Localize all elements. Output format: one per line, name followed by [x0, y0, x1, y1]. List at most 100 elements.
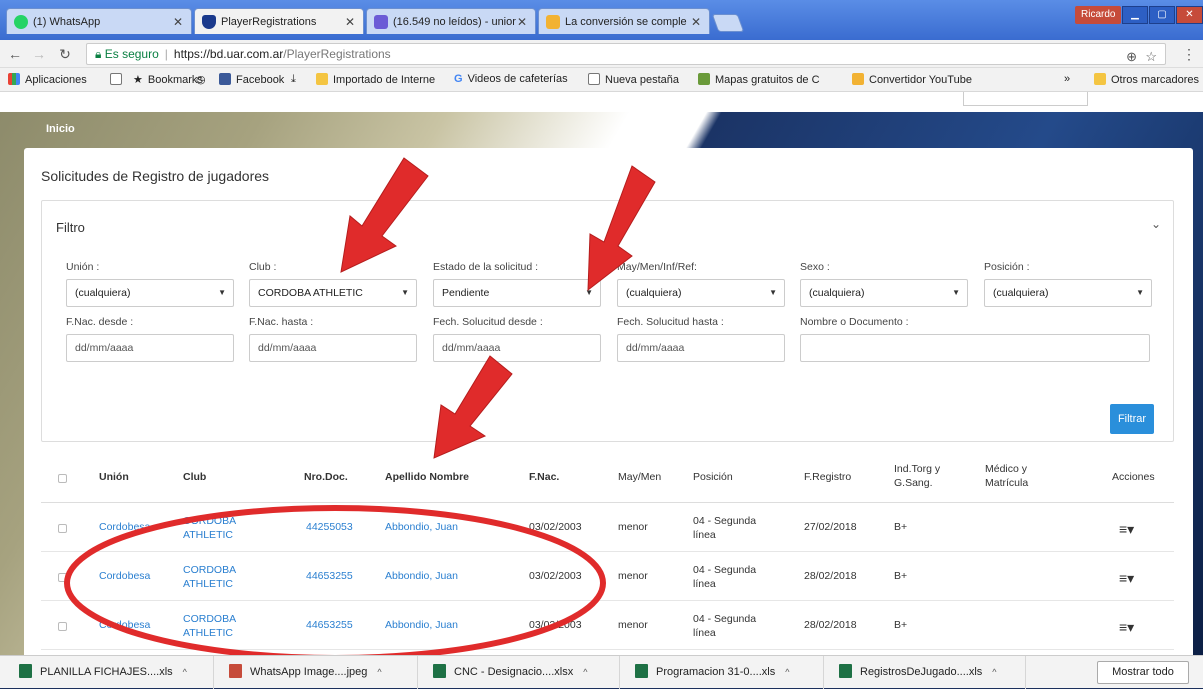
- row-union-link[interactable]: Cordobesa: [99, 570, 150, 582]
- row-club-link[interactable]: CORDOBA ATHLETIC: [183, 563, 253, 591]
- col-name[interactable]: Apellido Nombre: [385, 471, 469, 483]
- row-checkbox[interactable]: [58, 573, 67, 582]
- request-from-input[interactable]: dd/mm/aaaa: [433, 334, 601, 362]
- bookmark-maps[interactable]: Mapas gratuitos de C: [698, 73, 820, 86]
- position-label: Posición :: [984, 261, 1030, 273]
- row-doc-link[interactable]: 44653255: [306, 570, 353, 582]
- menu-dots-icon[interactable]: ⋮: [1180, 45, 1198, 63]
- col-union[interactable]: Unión: [99, 471, 129, 483]
- col-category[interactable]: May/Men: [618, 471, 661, 483]
- sex-select[interactable]: (cualquiera) ▼: [800, 279, 968, 307]
- bookmark-apps[interactable]: Aplicaciones: [8, 73, 87, 86]
- bookmark-imported[interactable]: Importado de Interne: [316, 73, 435, 86]
- url-path: /PlayerRegistrations: [283, 47, 391, 61]
- profile-button[interactable]: Ricardo: [1075, 6, 1122, 24]
- row-checkbox[interactable]: [58, 524, 67, 533]
- col-club[interactable]: Club: [183, 471, 206, 483]
- category-select[interactable]: (cualquiera) ▼: [617, 279, 785, 307]
- status-select[interactable]: Pendiente ▼: [433, 279, 601, 307]
- tab-conversion[interactable]: La conversión se comple ✕: [538, 8, 710, 34]
- back-arrow-icon[interactable]: ←: [6, 45, 24, 63]
- star-icon[interactable]: ☆: [1145, 47, 1157, 67]
- close-icon[interactable]: ✕: [691, 9, 701, 34]
- minimize-icon[interactable]: ▁: [1122, 6, 1148, 24]
- tab-whatsapp[interactable]: (1) WhatsApp ✕: [6, 8, 192, 34]
- row-club-link[interactable]: CORDOBA ATHLETIC: [183, 612, 253, 640]
- tab-mail[interactable]: (16.549 no leídos) - unior ✕: [366, 8, 536, 34]
- filter-button[interactable]: Filtrar: [1110, 404, 1154, 434]
- show-all-downloads-button[interactable]: Mostrar todo: [1097, 661, 1189, 684]
- col-medical[interactable]: Médico y Matrícula: [985, 462, 1045, 490]
- actions-menu-icon[interactable]: ≡▾: [1119, 570, 1134, 587]
- close-icon[interactable]: ✕: [517, 9, 527, 34]
- maximize-icon[interactable]: ▢: [1149, 6, 1175, 24]
- request-to-label: Fech. Solucitud hasta :: [617, 316, 724, 328]
- forward-arrow-icon[interactable]: →: [30, 45, 48, 63]
- close-icon[interactable]: ✕: [173, 9, 183, 34]
- reload-icon[interactable]: ↻: [56, 45, 74, 63]
- breadcrumb[interactable]: Inicio: [46, 123, 75, 135]
- request-to-input[interactable]: dd/mm/aaaa: [617, 334, 785, 362]
- union-select[interactable]: (cualquiera) ▼: [66, 279, 234, 307]
- zoom-icon[interactable]: ⊕: [1126, 47, 1137, 67]
- close-window-icon[interactable]: ✕: [1176, 6, 1203, 24]
- bookmark-bookmarks[interactable]: ★ Bookmarks: [133, 73, 203, 86]
- bookmark-new-tab[interactable]: Nueva pestaña: [588, 73, 679, 86]
- table-row: Cordobesa CORDOBA ATHLETIC 44255053 Abbo…: [41, 504, 1174, 552]
- actions-menu-icon[interactable]: ≡▾: [1119, 521, 1134, 538]
- col-birth[interactable]: F.Nac.: [529, 471, 559, 483]
- position-select[interactable]: (cualquiera) ▼: [984, 279, 1152, 307]
- club-label: Club :: [249, 261, 277, 273]
- actions-menu-icon[interactable]: ≡▾: [1119, 619, 1134, 636]
- chevron-down-icon[interactable]: ⌄: [1151, 217, 1161, 231]
- bookmark-download[interactable]: ⤓: [291, 73, 296, 86]
- top-search-input[interactable]: [963, 92, 1088, 106]
- bookmark-videos[interactable]: G Videos de cafeterías: [454, 73, 568, 85]
- col-blood[interactable]: Ind.Torg y G.Sang.: [894, 462, 954, 490]
- bookmark-facebook[interactable]: Facebook: [219, 73, 284, 86]
- row-name-link[interactable]: Abbondio, Juan: [385, 521, 458, 533]
- row-union-link[interactable]: Cordobesa: [99, 619, 150, 631]
- chevron-up-icon[interactable]: ^: [583, 667, 587, 677]
- address-bar[interactable]: 🔒︎ Es seguro | https://bd.uar.com.ar/Playe…: [86, 43, 1166, 65]
- row-checkbox[interactable]: [58, 622, 67, 631]
- birth-from-input[interactable]: dd/mm/aaaa: [66, 334, 234, 362]
- download-item[interactable]: WhatsApp Image....jpeg ^: [220, 656, 418, 689]
- club-select[interactable]: CORDOBA ATHLETIC ▼: [249, 279, 417, 307]
- chevron-up-icon[interactable]: ^: [785, 667, 789, 677]
- download-item[interactable]: RegistrosDeJugado....xls ^: [830, 656, 1026, 689]
- bookmark-history[interactable]: ◷: [196, 73, 206, 86]
- row-name-link[interactable]: Abbondio, Juan: [385, 619, 458, 631]
- chevron-up-icon[interactable]: ^: [377, 667, 381, 677]
- col-position[interactable]: Posición: [693, 471, 733, 483]
- row-union-link[interactable]: Cordobesa: [99, 521, 150, 533]
- row-name-link[interactable]: Abbondio, Juan: [385, 570, 458, 582]
- convert-icon: [852, 73, 864, 85]
- bookmark-page[interactable]: [110, 73, 127, 86]
- filter-title: Filtro: [56, 220, 85, 235]
- row-club-link[interactable]: CORDOBA ATHLETIC: [183, 514, 253, 542]
- row-blood: B+: [894, 521, 908, 533]
- select-all-checkbox[interactable]: [58, 474, 67, 483]
- bookmark-other[interactable]: Otros marcadores: [1094, 73, 1199, 86]
- name-doc-input[interactable]: [800, 334, 1150, 362]
- birth-to-input[interactable]: dd/mm/aaaa: [249, 334, 417, 362]
- bookmark-youtube-converter[interactable]: Convertidor YouTube: [852, 73, 972, 86]
- close-icon[interactable]: ✕: [345, 9, 355, 34]
- bookmarks-overflow[interactable]: »: [1064, 73, 1070, 85]
- tab-player-registrations[interactable]: PlayerRegistrations ✕: [194, 8, 364, 34]
- row-position: 04 - Segunda línea: [693, 564, 757, 591]
- new-tab-button[interactable]: [711, 14, 745, 32]
- row-doc-link[interactable]: 44255053: [306, 521, 353, 533]
- download-item[interactable]: Programacion 31-0....xls ^: [626, 656, 824, 689]
- row-blood: B+: [894, 570, 908, 582]
- download-item[interactable]: PLANILLA FICHAJES....xls ^: [10, 656, 214, 689]
- download-item[interactable]: CNC - Designacio....xlsx ^: [424, 656, 620, 689]
- chevron-up-icon[interactable]: ^: [183, 667, 187, 677]
- tab-label: PlayerRegistrations: [221, 16, 317, 28]
- folder-icon: [1094, 73, 1106, 85]
- row-doc-link[interactable]: 44653255: [306, 619, 353, 631]
- chevron-up-icon[interactable]: ^: [992, 667, 996, 677]
- col-doc[interactable]: Nro.Doc.: [304, 471, 348, 483]
- col-registered[interactable]: F.Registro: [804, 471, 851, 483]
